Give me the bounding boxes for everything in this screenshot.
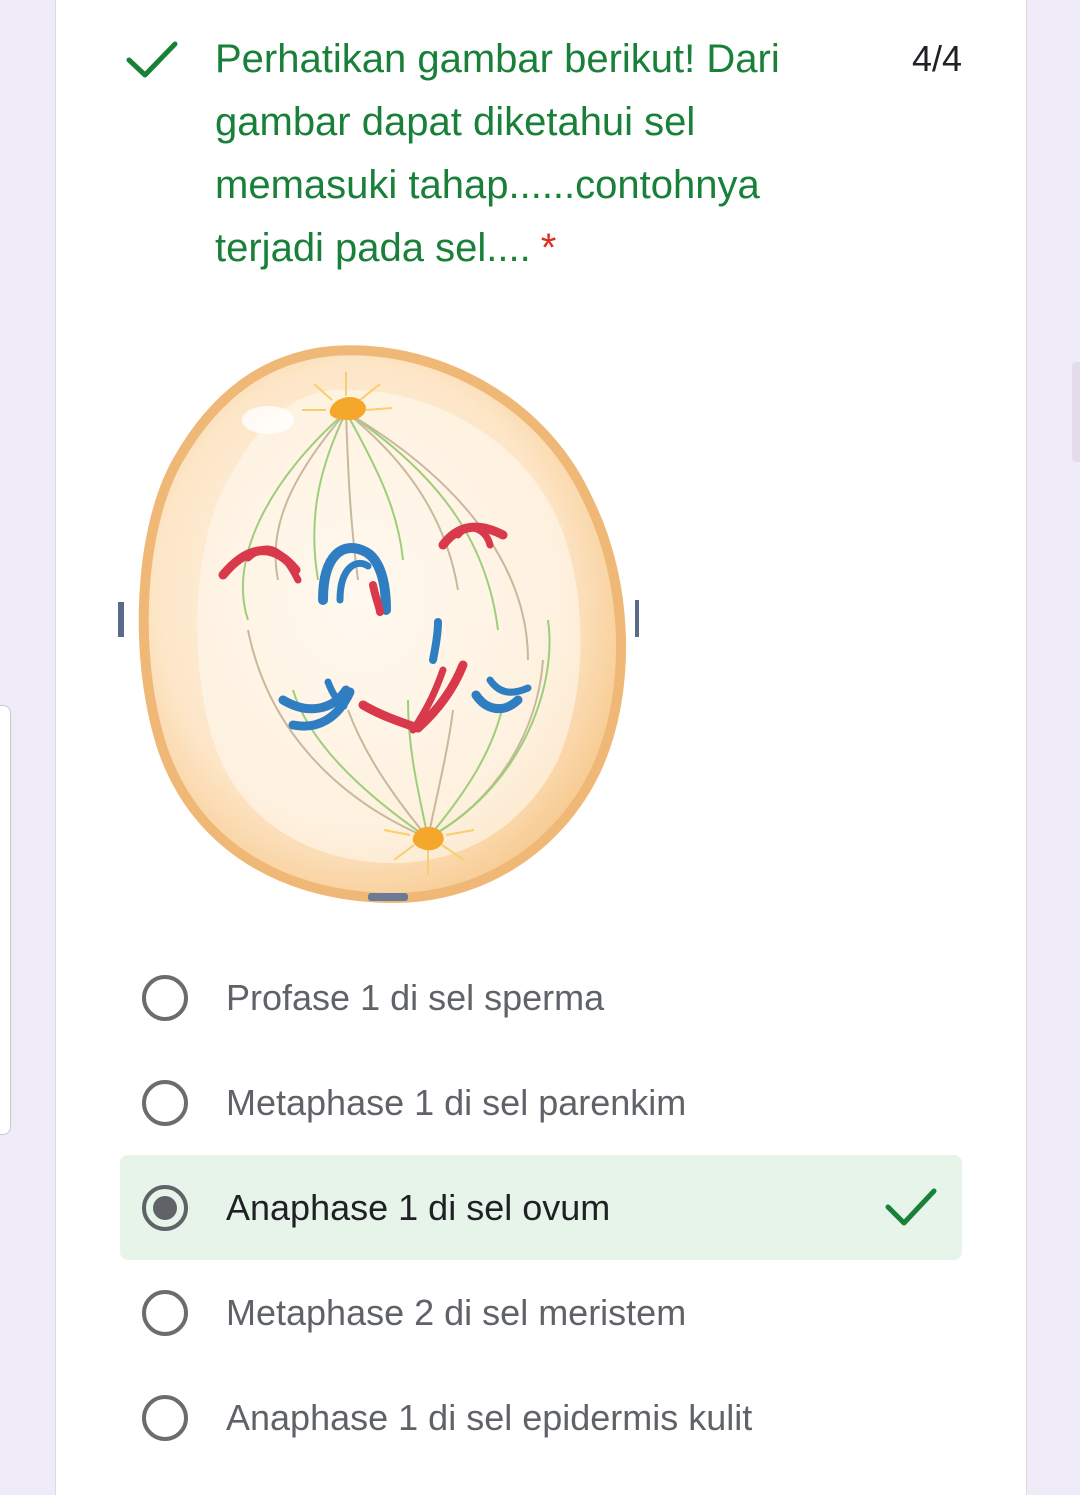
option-item[interactable]: Metaphase 1 di sel parenkim — [120, 1050, 962, 1155]
option-item-correct[interactable]: Anaphase 1 di sel ovum — [120, 1155, 962, 1260]
option-label: Profase 1 di sel sperma — [226, 976, 605, 1018]
radio-button-selected[interactable] — [142, 1184, 188, 1231]
answer-options: Profase 1 di sel sperma Metaphase 1 di s… — [120, 945, 962, 1470]
option-label: Anaphase 1 di sel ovum — [226, 1186, 611, 1228]
option-item[interactable]: Profase 1 di sel sperma — [120, 945, 962, 1050]
radio-button[interactable] — [142, 1394, 188, 1441]
option-label: Metaphase 2 di sel meristem — [226, 1291, 687, 1333]
radio-button[interactable] — [142, 974, 188, 1021]
option-label: Anaphase 1 di sel epidermis kulit — [226, 1396, 753, 1438]
scrollbar-thumb[interactable] — [1072, 362, 1080, 462]
check-icon — [885, 1188, 937, 1226]
option-item[interactable]: Metaphase 2 di sel meristem — [120, 1260, 962, 1365]
required-asterisk: * — [540, 226, 557, 270]
radio-button[interactable] — [142, 1079, 188, 1126]
question-title: Perhatikan gambar berikut! Dari gambar d… — [215, 28, 855, 280]
anaphase-cell-figure — [118, 345, 639, 904]
side-panel-tab[interactable] — [0, 705, 11, 1135]
question-text: Perhatikan gambar berikut! Dari gambar d… — [215, 37, 780, 270]
option-item[interactable]: Anaphase 1 di sel epidermis kulit — [120, 1365, 962, 1470]
check-icon — [126, 41, 178, 78]
score-badge: 4/4 — [911, 38, 962, 79]
option-label: Metaphase 1 di sel parenkim — [226, 1081, 687, 1123]
radio-button[interactable] — [142, 1289, 188, 1336]
